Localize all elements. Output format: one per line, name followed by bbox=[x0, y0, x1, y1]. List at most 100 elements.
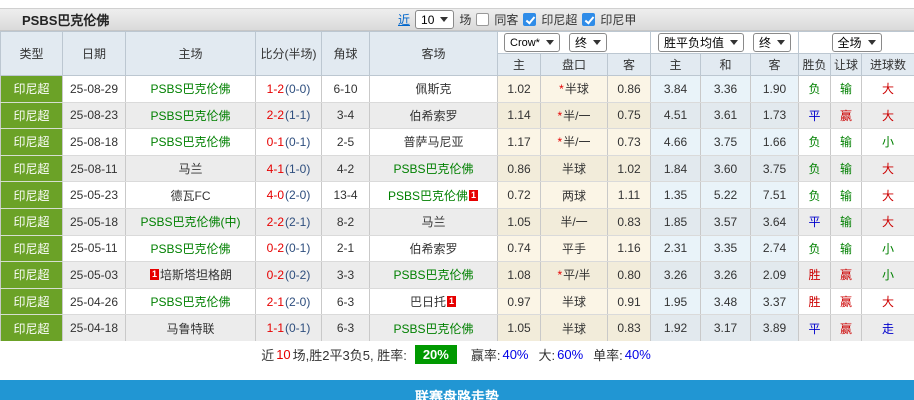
score-cell: 1-2(0-0) bbox=[256, 76, 322, 103]
eu-away-odds-cell: 3.89 bbox=[751, 315, 799, 342]
league-cell: 印尼超 bbox=[1, 182, 63, 209]
team-name[interactable]: PSBS巴克伦佛 bbox=[150, 109, 230, 123]
league-cell: 印尼超 bbox=[1, 76, 63, 103]
scope-select[interactable]: 全场 bbox=[832, 33, 882, 52]
title-bar: PSBS巴克伦佛 近 10 场 同客 印尼超 印尼甲 bbox=[0, 8, 914, 31]
col-header-eu-home: 主 bbox=[651, 54, 701, 76]
team-name[interactable]: PSBS巴克伦佛 bbox=[150, 135, 230, 149]
league1-checkbox[interactable] bbox=[523, 13, 536, 26]
ah-home-odds-cell: 0.74 bbox=[498, 235, 541, 262]
table-row: 印尼超25-04-26PSBS巴克伦佛2-1(2-0)6-3巴日托10.97半球… bbox=[1, 288, 914, 315]
half-score: (0-0) bbox=[285, 82, 310, 96]
team-name[interactable]: PSBS巴克伦佛 bbox=[393, 162, 473, 176]
result-cell: 负 bbox=[799, 235, 831, 262]
eu-home-odds-cell: 1.92 bbox=[651, 315, 701, 342]
table-row: 印尼超25-08-29PSBS巴克伦佛1-2(0-0)6-10佩斯克1.02*半… bbox=[1, 76, 914, 103]
table-row: 印尼超25-08-11马兰4-1(1-0)4-2PSBS巴克伦佛0.86半球1.… bbox=[1, 155, 914, 182]
ah-away-odds-cell: 0.80 bbox=[608, 262, 651, 289]
team-name[interactable]: PSBS巴克伦佛 bbox=[150, 295, 230, 309]
team-name[interactable]: 培斯塔坦格朗 bbox=[160, 268, 232, 282]
league-cell: 印尼超 bbox=[1, 208, 63, 235]
result-cell: 平 bbox=[799, 102, 831, 129]
bookmaker-select[interactable]: Crow* bbox=[504, 33, 560, 52]
team-name[interactable]: PSBS巴克伦佛 bbox=[150, 82, 230, 96]
star-mark: * bbox=[557, 135, 562, 149]
half-score: (0-1) bbox=[285, 241, 310, 255]
chevron-down-icon bbox=[593, 40, 601, 45]
team-name[interactable]: 巴日托 bbox=[410, 295, 446, 309]
full-score: 2-2 bbox=[267, 215, 284, 229]
team-name[interactable]: 伯希索罗 bbox=[409, 242, 457, 256]
team-name[interactable]: 佩斯克 bbox=[415, 82, 451, 96]
goals-result-cell: 大 bbox=[862, 76, 914, 103]
team-name[interactable]: 伯希索罗 bbox=[409, 109, 457, 123]
chevron-down-icon bbox=[777, 40, 785, 45]
ah-away-odds-cell: 0.73 bbox=[608, 129, 651, 156]
full-score: 4-1 bbox=[267, 162, 284, 176]
eu-away-odds-cell: 1.90 bbox=[751, 76, 799, 103]
filter-controls: 近 10 场 同客 印尼超 印尼甲 bbox=[398, 9, 641, 30]
home-team-cell: PSBS巴克伦佛 bbox=[126, 288, 256, 315]
footer-title: 联赛盘路走势 bbox=[0, 387, 914, 400]
team-name[interactable]: PSBS巴克伦佛 bbox=[393, 268, 473, 282]
goals-result-cell: 小 bbox=[862, 129, 914, 156]
handicap-final-select[interactable]: 终 bbox=[569, 33, 607, 52]
league-cell: 印尼超 bbox=[1, 129, 63, 156]
ah-home-odds-cell: 1.14 bbox=[498, 102, 541, 129]
handicap-line-cell: *半/一 bbox=[541, 102, 608, 129]
team-name[interactable]: PSBS巴克伦佛(中) bbox=[140, 215, 240, 229]
team-name[interactable]: 马鲁特联 bbox=[166, 322, 214, 336]
table-row: 印尼超25-08-23PSBS巴克伦佛2-2(1-1)3-4伯希索罗1.14*半… bbox=[1, 102, 914, 129]
away-team-cell: PSBS巴克伦佛 bbox=[370, 315, 498, 342]
date-cell: 25-08-11 bbox=[63, 155, 126, 182]
col-header-ah-away: 客 bbox=[608, 54, 651, 76]
team-name[interactable]: PSBS巴克伦佛 bbox=[150, 242, 230, 256]
result-cell: 负 bbox=[799, 129, 831, 156]
col-header-eu-away: 客 bbox=[751, 54, 799, 76]
ah-away-odds-cell: 0.83 bbox=[608, 208, 651, 235]
eu-draw-odds-cell: 3.36 bbox=[701, 76, 751, 103]
away-team-cell: PSBS巴克伦佛1 bbox=[370, 182, 498, 209]
team-name[interactable]: 德瓦FC bbox=[171, 189, 211, 203]
team-name[interactable]: PSBS巴克伦佛 bbox=[388, 189, 468, 203]
result-cell: 负 bbox=[799, 182, 831, 209]
col-header-home: 主场 bbox=[126, 32, 256, 76]
corner-cell: 8-2 bbox=[322, 208, 370, 235]
team-name[interactable]: 马兰 bbox=[178, 162, 202, 176]
ah-away-odds-cell: 1.02 bbox=[608, 155, 651, 182]
handicap-line-cell: 两球 bbox=[541, 182, 608, 209]
league-cell: 印尼超 bbox=[1, 155, 63, 182]
page-title: PSBS巴克伦佛 bbox=[22, 10, 109, 29]
team-name[interactable]: 普萨马尼亚 bbox=[403, 135, 463, 149]
result-cell: 负 bbox=[799, 76, 831, 103]
footer-bar: 联赛盘路走势 bbox=[0, 380, 914, 400]
date-cell: 25-08-29 bbox=[63, 76, 126, 103]
team-name[interactable]: PSBS巴克伦佛 bbox=[393, 322, 473, 336]
star-mark: * bbox=[557, 109, 562, 123]
eu-draw-odds-cell: 3.60 bbox=[701, 155, 751, 182]
half-score: (2-1) bbox=[285, 215, 310, 229]
goals-result-cell: 大 bbox=[862, 208, 914, 235]
away-team-cell: 巴日托1 bbox=[370, 288, 498, 315]
goals-result-cell: 大 bbox=[862, 155, 914, 182]
full-score: 2-1 bbox=[267, 295, 284, 309]
ah-home-odds-cell: 1.02 bbox=[498, 76, 541, 103]
date-cell: 25-05-11 bbox=[63, 235, 126, 262]
team-name[interactable]: 马兰 bbox=[421, 215, 445, 229]
odds-avg-select[interactable]: 胜平负均值 bbox=[658, 33, 744, 52]
same-away-checkbox[interactable] bbox=[476, 13, 489, 26]
red-badge: 1 bbox=[469, 190, 478, 201]
recent-count-select[interactable]: 10 bbox=[415, 10, 454, 29]
score-cell: 1-1(0-1) bbox=[256, 315, 322, 342]
odds-final-select[interactable]: 终 bbox=[753, 33, 791, 52]
full-score: 0-2 bbox=[267, 268, 284, 282]
col-header-goals: 进球数 bbox=[862, 54, 914, 76]
recent-link[interactable]: 近 bbox=[398, 11, 410, 28]
eu-home-odds-cell: 3.84 bbox=[651, 76, 701, 103]
eu-away-odds-cell: 7.51 bbox=[751, 182, 799, 209]
league2-checkbox[interactable] bbox=[582, 13, 595, 26]
away-team-cell: PSBS巴克伦佛 bbox=[370, 155, 498, 182]
half-score: (1-1) bbox=[285, 108, 310, 122]
eu-draw-odds-cell: 5.22 bbox=[701, 182, 751, 209]
col-header-type: 类型 bbox=[1, 32, 63, 76]
